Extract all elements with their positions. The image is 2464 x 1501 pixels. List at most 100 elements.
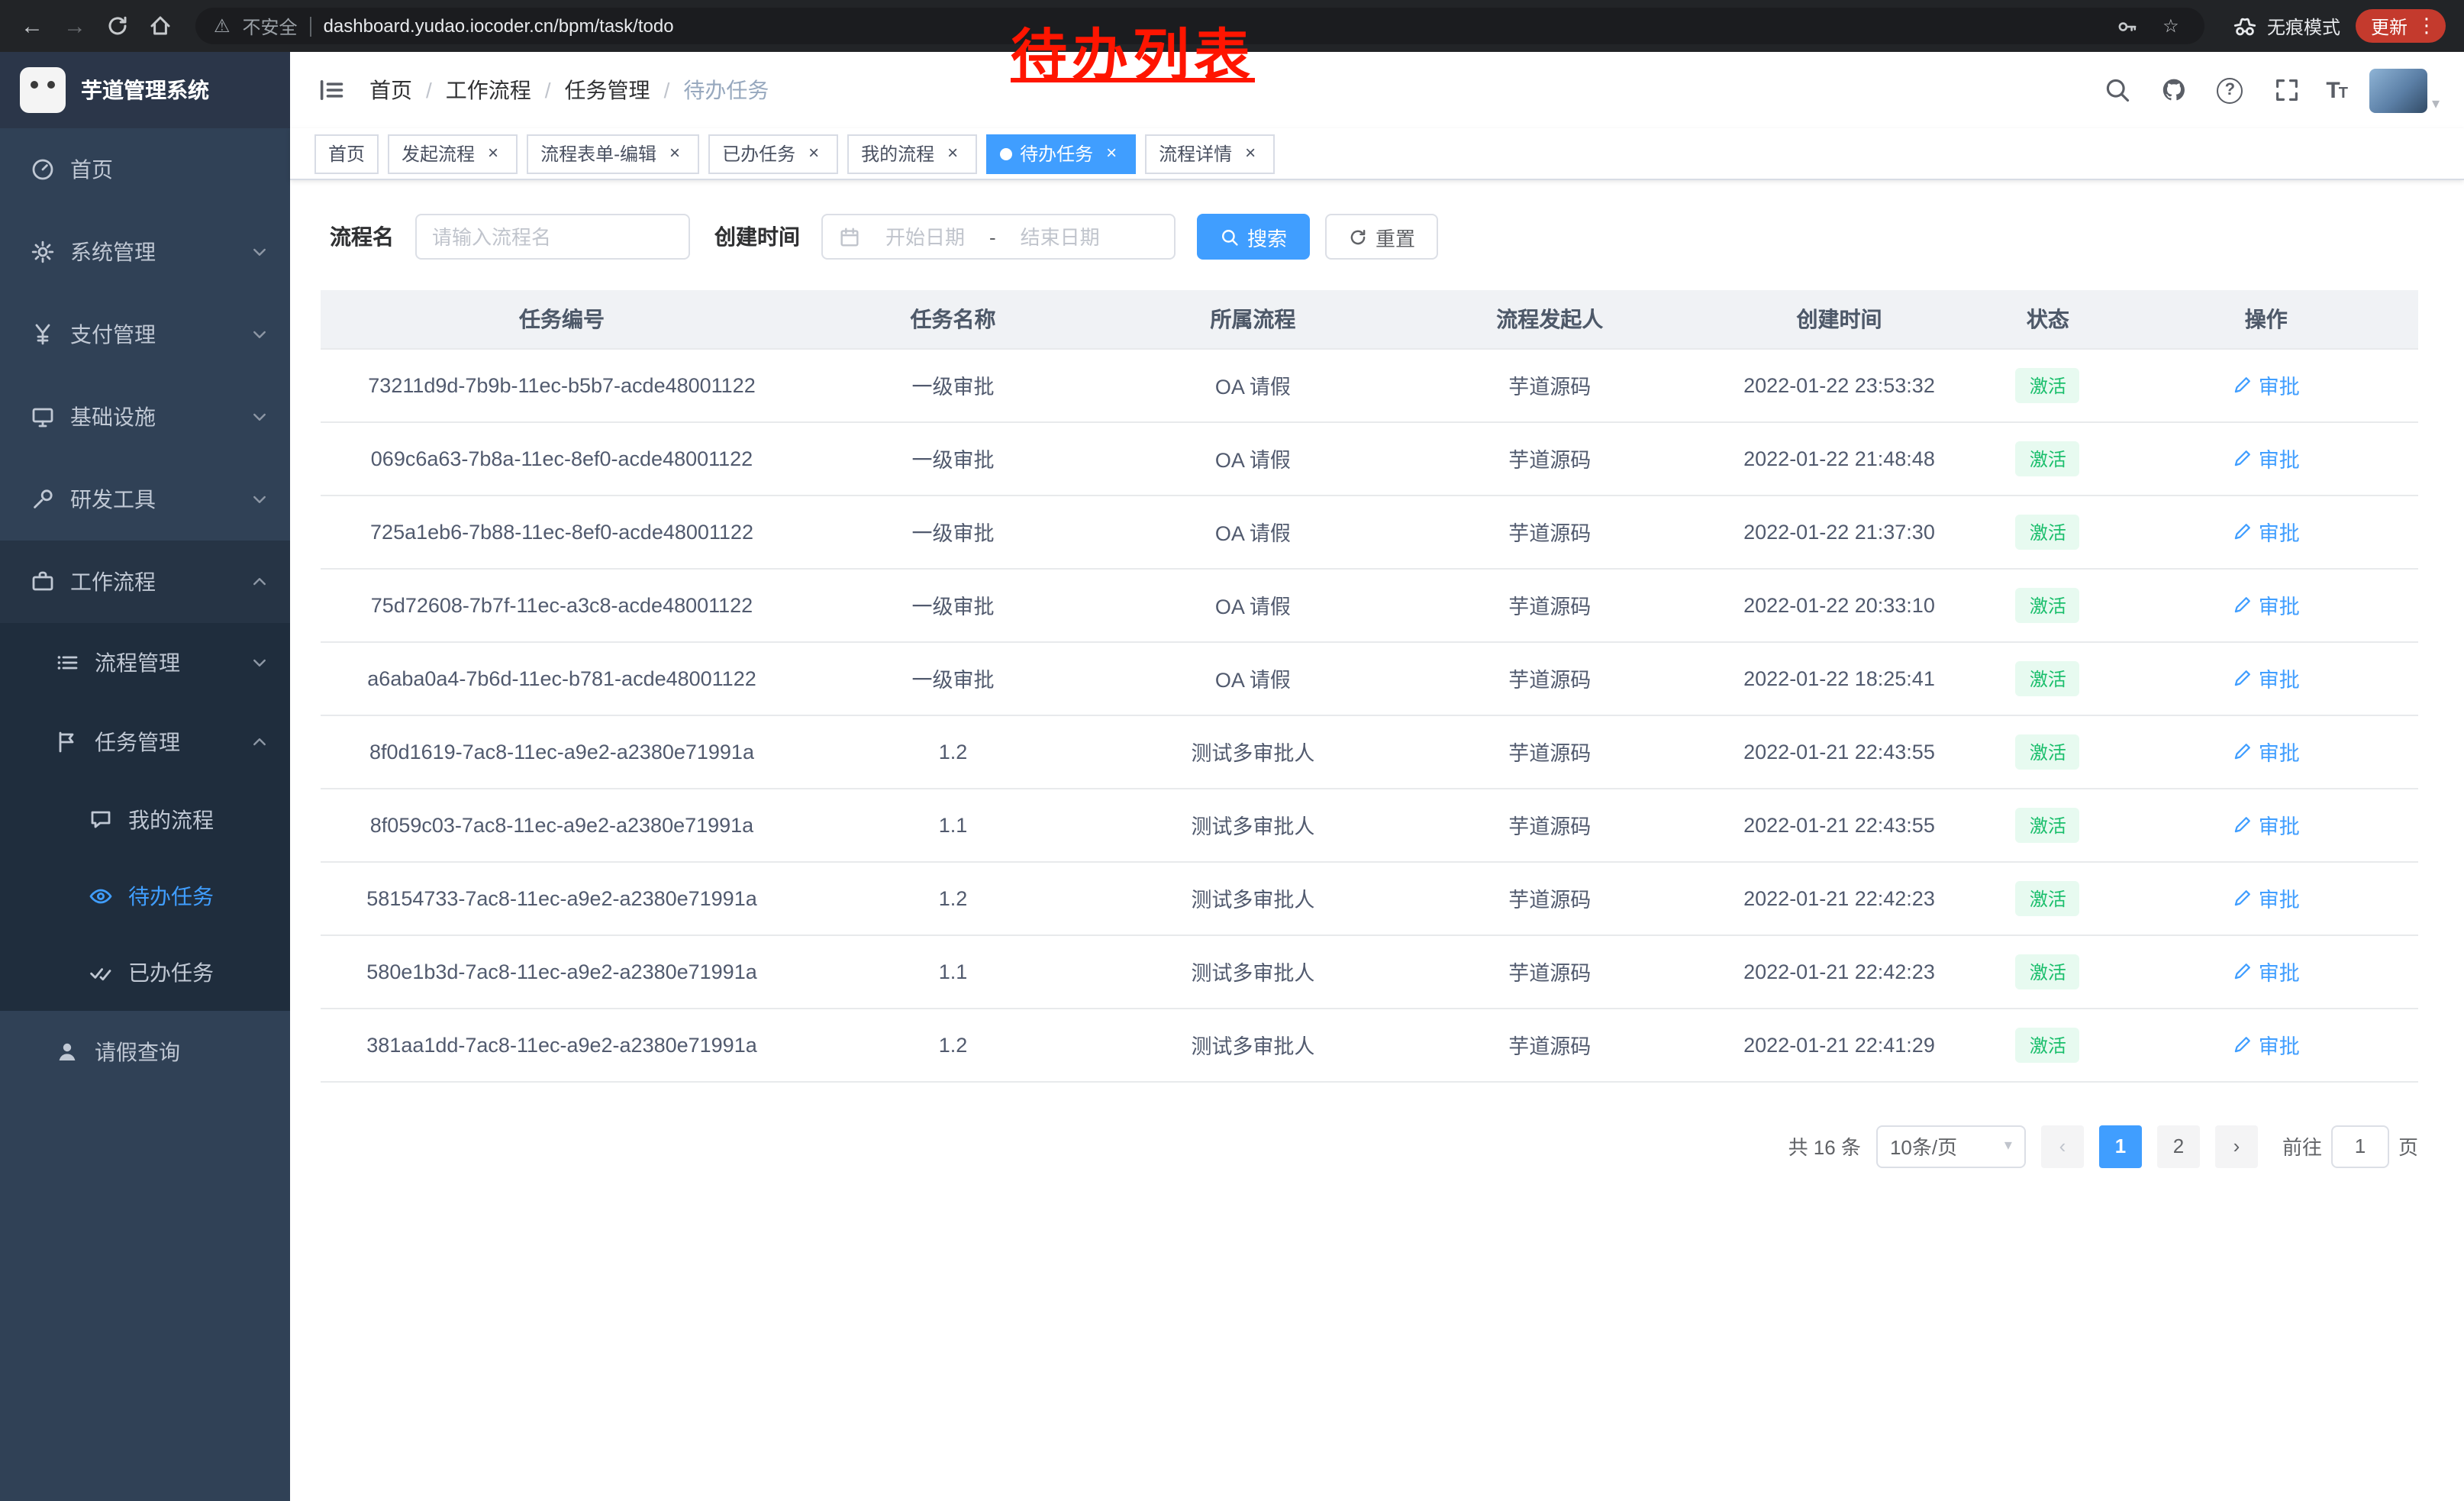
next-page-button[interactable]: › [2215, 1125, 2258, 1167]
sidebar-item-task-management[interactable]: 任务管理 [0, 702, 290, 782]
key-icon[interactable] [2113, 11, 2143, 41]
close-icon[interactable]: × [664, 143, 685, 164]
end-date-input[interactable] [1005, 225, 1115, 248]
col-created: 创建时间 [1697, 290, 1982, 348]
menu-label: 流程管理 [95, 647, 180, 678]
chevron-down-icon [250, 325, 269, 344]
edit-icon [2233, 961, 2253, 981]
app-logo-row[interactable]: 芋道管理系统 [0, 52, 290, 128]
start-date-input[interactable] [870, 225, 980, 248]
approve-label: 审批 [2259, 809, 2300, 840]
cell-created: 2022-01-21 22:43:55 [1697, 715, 1982, 788]
table-row: 75d72608-7b7f-11ec-a3c8-acde48001122 一级审… [321, 568, 2418, 641]
tab-process-detail[interactable]: 流程详情 × [1145, 134, 1275, 173]
page-button-1[interactable]: 1 [2099, 1125, 2142, 1167]
user-menu[interactable]: ▾ [2369, 68, 2440, 112]
double-check-icon [89, 960, 113, 985]
reset-button[interactable]: 重置 [1325, 214, 1438, 260]
approve-link[interactable]: 审批 [2233, 883, 2300, 913]
avatar[interactable] [2369, 68, 2427, 112]
breadcrumb-task-management[interactable]: 任务管理 [565, 75, 650, 105]
refresh-icon[interactable] [98, 6, 137, 46]
cell-action: 审批 [2114, 495, 2418, 568]
page-button-2[interactable]: 2 [2157, 1125, 2200, 1167]
close-icon[interactable]: × [1101, 143, 1122, 164]
approve-link[interactable]: 审批 [2233, 663, 2300, 693]
briefcase-icon [31, 570, 55, 594]
cell-task-name: 一级审批 [803, 421, 1103, 495]
forward-icon[interactable]: → [55, 6, 95, 46]
tab-start-process[interactable]: 发起流程 × [388, 134, 518, 173]
approve-link[interactable]: 审批 [2233, 956, 2300, 986]
table-row: 73211d9d-7b9b-11ec-b5b7-acde48001122 一级审… [321, 348, 2418, 421]
chevron-down-icon [250, 490, 269, 508]
tab-label: 待办任务 [1020, 140, 1093, 166]
tab-form-edit[interactable]: 流程表单-编辑 × [527, 134, 699, 173]
approve-link[interactable]: 审批 [2233, 443, 2300, 473]
sidebar-item-my-process[interactable]: 我的流程 [0, 782, 290, 858]
prev-page-button[interactable]: ‹ [2041, 1125, 2084, 1167]
person-icon [55, 1040, 79, 1064]
tab-done-tasks[interactable]: 已办任务 × [708, 134, 838, 173]
approve-link[interactable]: 审批 [2233, 516, 2300, 547]
search-icon [1220, 227, 1240, 247]
back-icon[interactable]: ← [12, 6, 52, 46]
sidebar-item-leave-query[interactable]: 请假查询 [0, 1011, 290, 1093]
close-icon[interactable]: × [482, 143, 504, 164]
sidebar-item-infrastructure[interactable]: 基础设施 [0, 376, 290, 458]
fullscreen-icon[interactable] [2269, 73, 2303, 107]
font-size-icon[interactable]: TT [2326, 77, 2346, 103]
chevron-down-icon [250, 654, 269, 672]
goto-page-input[interactable] [2331, 1125, 2389, 1167]
github-icon[interactable] [2156, 73, 2190, 107]
approve-label: 审批 [2259, 589, 2300, 620]
close-icon[interactable]: × [1240, 143, 1261, 164]
question-mark: ? [2217, 77, 2243, 103]
home-icon[interactable] [140, 6, 180, 46]
tab-my-process[interactable]: 我的流程 × [847, 134, 977, 173]
approve-link[interactable]: 审批 [2233, 736, 2300, 767]
tab-home[interactable]: 首页 [314, 134, 379, 173]
breadcrumb-workflow[interactable]: 工作流程 [446, 75, 531, 105]
table-row: 725a1eb6-7b88-11ec-8ef0-acde48001122 一级审… [321, 495, 2418, 568]
main-area: 首页 / 工作流程 / 任务管理 / 待办任务 ? [290, 52, 2464, 1501]
approve-label: 审批 [2259, 663, 2300, 693]
tab-todo-tasks[interactable]: 待办任务 × [986, 134, 1136, 173]
chat-icon [89, 808, 113, 832]
approve-link[interactable]: 审批 [2233, 1029, 2300, 1060]
search-button[interactable]: 搜索 [1197, 214, 1310, 260]
incognito-label: 无痕模式 [2267, 13, 2340, 39]
bookmark-star-icon[interactable]: ☆ [2156, 11, 2186, 41]
sidebar-item-home[interactable]: 首页 [0, 128, 290, 211]
sidebar-item-devtools[interactable]: 研发工具 [0, 458, 290, 541]
cell-created: 2022-01-22 23:53:32 [1697, 348, 1982, 421]
breadcrumb-home[interactable]: 首页 [369, 75, 412, 105]
close-icon[interactable]: × [942, 143, 963, 164]
page-size-select[interactable]: 10条/页 ▾ [1876, 1125, 2026, 1167]
close-icon[interactable]: × [803, 143, 824, 164]
approve-link[interactable]: 审批 [2233, 809, 2300, 840]
search-icon[interactable] [2100, 73, 2133, 107]
approve-link[interactable]: 审批 [2233, 370, 2300, 400]
approve-link[interactable]: 审批 [2233, 589, 2300, 620]
sidebar-item-process-management[interactable]: 流程管理 [0, 623, 290, 702]
sidebar-item-system[interactable]: 系统管理 [0, 211, 290, 293]
browser-menu-icon[interactable]: ⋮ [2417, 14, 2437, 38]
sidebar-item-done-tasks[interactable]: 已办任务 [0, 934, 290, 1011]
sidebar-item-payment[interactable]: 支付管理 [0, 293, 290, 376]
cell-process: OA 请假 [1103, 421, 1403, 495]
update-button[interactable]: 更新 ⋮ [2356, 9, 2446, 43]
edit-icon [2233, 521, 2253, 541]
help-icon[interactable]: ? [2213, 73, 2246, 107]
sidebar-collapse-icon[interactable] [314, 73, 348, 107]
sidebar-item-todo-tasks[interactable]: 待办任务 [0, 858, 290, 934]
sidebar-item-workflow[interactable]: 工作流程 [0, 541, 290, 623]
date-range-picker[interactable]: - [821, 214, 1176, 260]
tab-label: 发起流程 [402, 140, 475, 166]
edit-icon [2233, 815, 2253, 834]
filter-bar: 流程名 创建时间 - 搜索 重置 [321, 214, 2418, 260]
omnibox-divider [310, 16, 311, 36]
chrome-right-cluster: 无痕模式 更新 ⋮ [2220, 9, 2452, 43]
process-name-input[interactable] [415, 214, 690, 260]
cell-action: 审批 [2114, 568, 2418, 641]
